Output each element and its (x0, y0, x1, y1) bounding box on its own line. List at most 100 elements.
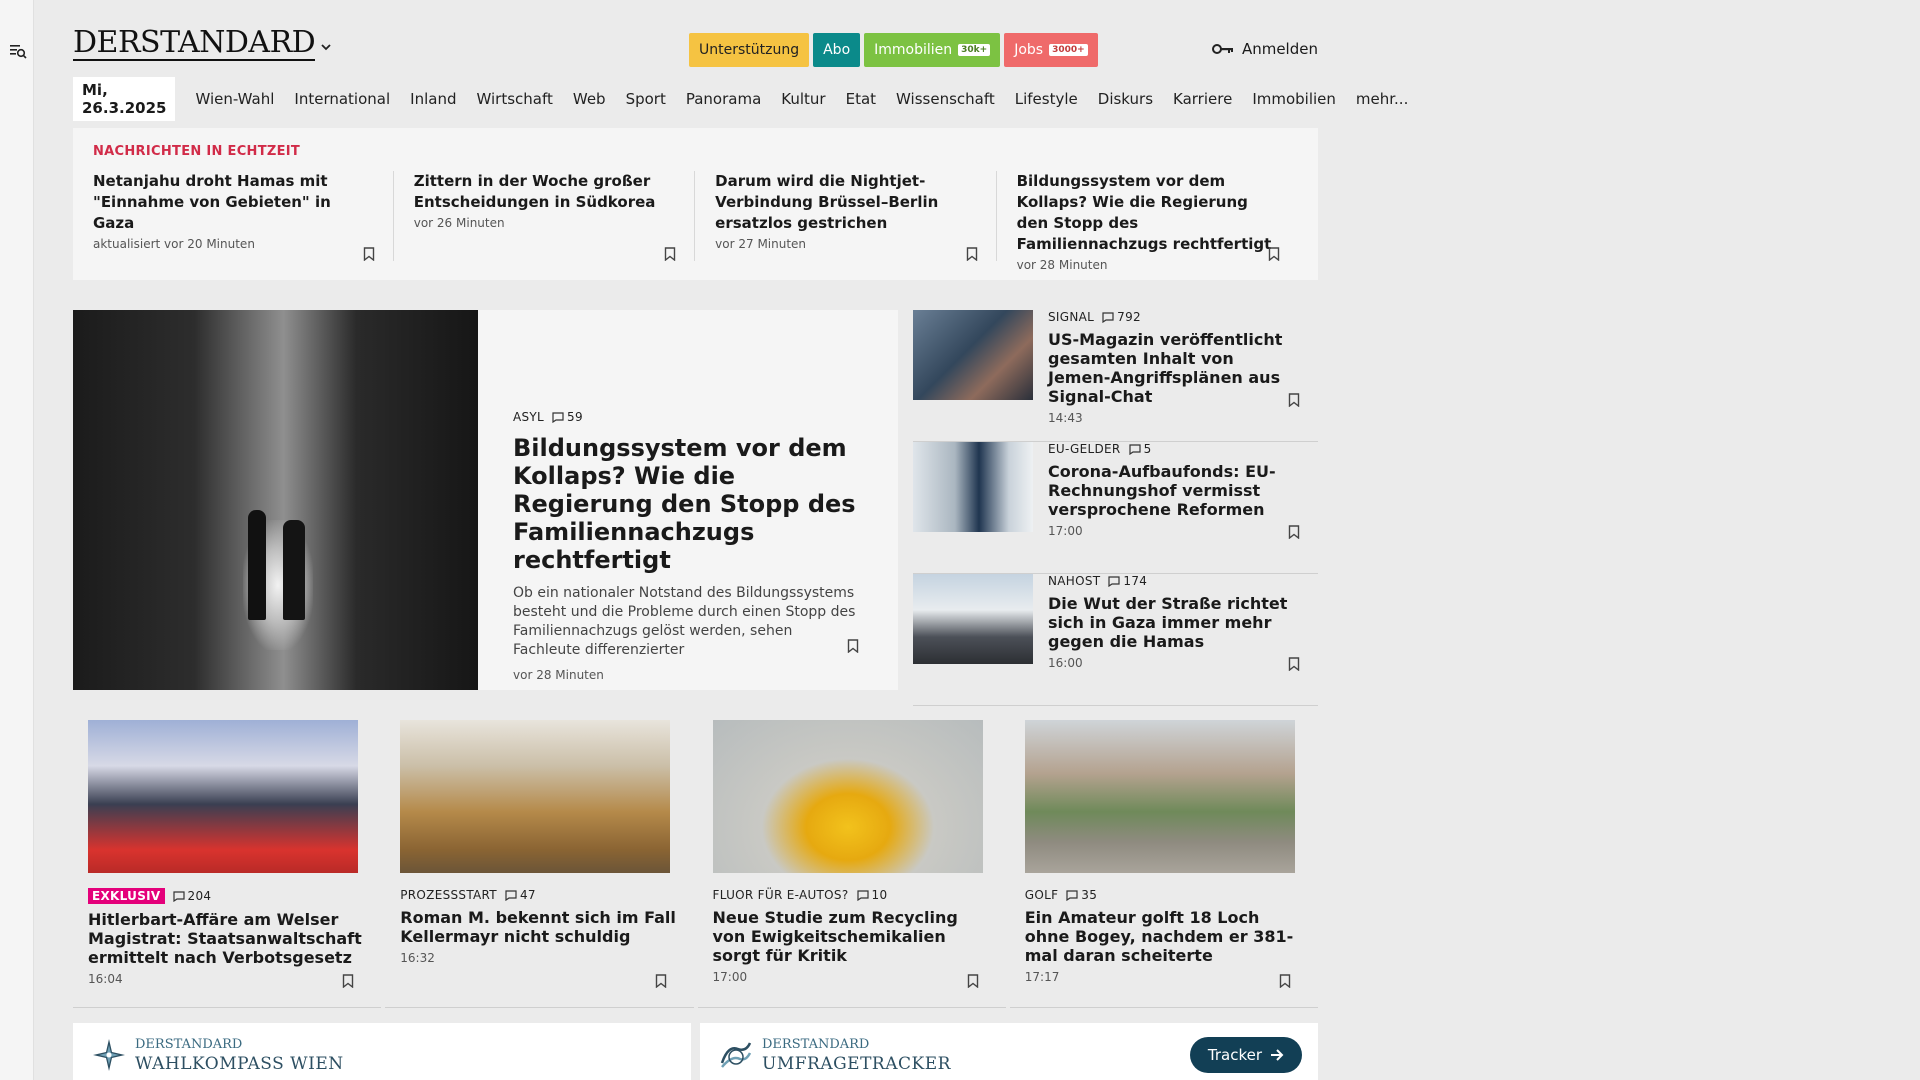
nav-item-diskurs[interactable]: Diskurs (1088, 90, 1163, 108)
ticker-item-title[interactable]: Darum wird die Nightjet-Verbindung Brüss… (715, 171, 977, 234)
jobs-badge: 3000+ (1049, 44, 1088, 56)
nav-item-etat[interactable]: Etat (836, 90, 886, 108)
lead-article-image[interactable] (73, 310, 478, 690)
ticker-item-title[interactable]: Bildungssystem vor dem Kollaps? Wie die … (1017, 171, 1280, 255)
nav-item-wirtschaft[interactable]: Wirtschaft (466, 90, 562, 108)
comment-count-value: 47 (519, 888, 536, 902)
nav-item-international[interactable]: International (284, 90, 400, 108)
main-nav: Mi, 26.3.2025 Wien-Wahl International In… (73, 77, 1418, 121)
widget-brand: DERSTANDARD (135, 1037, 243, 1052)
article-title[interactable]: Corona-Aufbaufonds: EU-Rechnungshof verm… (1048, 462, 1298, 519)
kicker-label: SIGNAL (1048, 310, 1095, 324)
article-title[interactable]: US-Magazin veröffentlicht gesamten Inhal… (1048, 330, 1298, 406)
article-kicker: NAHOST 174 (1048, 574, 1298, 588)
article-title[interactable]: Ein Amateur golft 18 Loch ohne Bogey, na… (1025, 908, 1303, 965)
widget-title: UMFRAGETRACKER (762, 1054, 951, 1074)
grid-article[interactable]: EXKLUSIV 204 Hitlerbart-Affäre am Welser… (73, 720, 382, 1008)
side-article[interactable]: EU-GELDER 5 Corona-Aufbaufonds: EU-Rechn… (913, 442, 1318, 574)
arrow-right-icon (1271, 1049, 1284, 1061)
article-kicker: SIGNAL 792 (1048, 310, 1298, 324)
nav-item-immobilien[interactable]: Immobilien (1242, 90, 1346, 108)
bookmark-icon[interactable] (664, 247, 676, 261)
nav-item-inland[interactable]: Inland (400, 90, 466, 108)
article-kicker: EXKLUSIV 204 (88, 888, 366, 904)
kicker-label: GOLF (1024, 888, 1059, 902)
lead-kicker: ASYL 59 (513, 410, 863, 424)
article-title[interactable]: Neue Studie zum Recycling von Ewigkeitsc… (713, 908, 991, 965)
comment-count-value: 35 (1081, 888, 1098, 902)
comment-count[interactable]: 35 (1066, 888, 1097, 902)
comment-count[interactable]: 204 (172, 889, 212, 903)
article-thumbnail[interactable] (1024, 720, 1295, 873)
support-button[interactable]: Unterstützung (689, 33, 810, 67)
article-title[interactable]: Hitlerbart-Affäre am Welser Magistrat: S… (88, 910, 366, 967)
ticker-item-title[interactable]: Zittern in der Woche großer Entscheidung… (414, 171, 676, 213)
comment-count[interactable]: 174 (1108, 574, 1147, 588)
chevron-down-icon[interactable] (319, 40, 333, 54)
side-article[interactable]: NAHOST 174 Die Wut der Straße richtet si… (913, 574, 1318, 706)
nav-item-lifestyle[interactable]: Lifestyle (1005, 90, 1088, 108)
comment-count[interactable]: 59 (552, 410, 583, 424)
menu-search-icon[interactable] (9, 42, 27, 60)
nav-item-web[interactable]: Web (563, 90, 616, 108)
login-button[interactable]: Anmelden (1211, 40, 1318, 58)
jobs-button[interactable]: Jobs 3000+ (1004, 33, 1098, 67)
lead-article[interactable]: ASYL 59 Bildungssystem vor dem Kollaps? … (73, 310, 898, 690)
umfragetracker-widget[interactable]: DERSTANDARD UMFRAGETRACKER Tracker (700, 1023, 1318, 1080)
comment-icon (1066, 889, 1078, 901)
bookmark-icon[interactable] (967, 974, 979, 988)
bookmark-icon[interactable] (655, 974, 667, 988)
side-article[interactable]: SIGNAL 792 US-Magazin veröffentlicht ges… (913, 310, 1318, 442)
ticker-item-title[interactable]: Netanjahu droht Hamas mit "Einnahme von … (93, 171, 375, 234)
nav-item-kultur[interactable]: Kultur (771, 90, 835, 108)
article-title[interactable]: Roman M. bekennt sich im Fall Kellermayr… (400, 908, 678, 946)
kicker-label: PROZESSSTART (400, 888, 497, 902)
ticker-item[interactable]: Netanjahu droht Hamas mit "Einnahme von … (93, 171, 394, 261)
grid-article[interactable]: FLUOR FÜR E-AUTOS? 10 Neue Studie zum Re… (697, 720, 1006, 1008)
abo-label: Abo (823, 42, 851, 58)
bookmark-icon[interactable] (1288, 393, 1300, 407)
ticker-item[interactable]: Darum wird die Nightjet-Verbindung Brüss… (695, 171, 997, 261)
site-logo[interactable]: DERSTANDARD (73, 28, 316, 61)
article-thumbnail[interactable] (913, 574, 1033, 664)
comment-count[interactable]: 792 (1102, 310, 1141, 324)
article-thumbnail[interactable] (400, 720, 671, 873)
nav-item-karriere[interactable]: Karriere (1163, 90, 1242, 108)
bookmark-icon[interactable] (1268, 247, 1280, 261)
bookmark-icon[interactable] (847, 639, 859, 653)
comment-count-value: 204 (187, 889, 212, 903)
nav-item-mehr[interactable]: mehr... (1346, 90, 1418, 108)
article-thumbnail[interactable] (913, 442, 1033, 532)
tracker-button[interactable]: Tracker (1189, 1037, 1302, 1073)
kicker-label: FLUOR FÜR E-AUTOS? (712, 888, 849, 902)
nav-item-wissenschaft[interactable]: Wissenschaft (886, 90, 1005, 108)
nav-item-panorama[interactable]: Panorama (676, 90, 771, 108)
grid-article[interactable]: GOLF 35 Ein Amateur golft 18 Loch ohne B… (1009, 720, 1318, 1008)
grid-article[interactable]: PROZESSSTART 47 Roman M. bekennt sich im… (385, 720, 694, 1008)
abo-button[interactable]: Abo (813, 33, 861, 67)
article-time: 16:00 (1048, 656, 1083, 670)
article-thumbnail[interactable] (913, 310, 1033, 400)
comment-count[interactable]: 10 (856, 888, 888, 902)
bookmark-icon[interactable] (1288, 525, 1300, 539)
bookmark-icon[interactable] (966, 247, 978, 261)
ticker-item-time: vor 26 Minuten (413, 216, 505, 230)
lead-title[interactable]: Bildungssystem vor dem Kollaps? Wie die … (513, 434, 863, 574)
comment-count[interactable]: 5 (1128, 442, 1152, 456)
comment-count[interactable]: 47 (505, 888, 536, 902)
article-thumbnail[interactable] (712, 720, 983, 873)
bookmark-icon[interactable] (363, 247, 375, 261)
immobilien-button[interactable]: Immobilien 30k+ (864, 33, 1001, 67)
wahlkompass-widget[interactable]: DERSTANDARD WAHLKOMPASS WIEN (73, 1023, 691, 1080)
nav-item-wien-wahl[interactable]: Wien-Wahl (185, 90, 284, 108)
ticker-item[interactable]: Zittern in der Woche großer Entscheidung… (394, 171, 696, 261)
bookmark-icon[interactable] (1288, 657, 1300, 671)
nav-item-sport[interactable]: Sport (616, 90, 676, 108)
article-title[interactable]: Die Wut der Straße richtet sich in Gaza … (1048, 594, 1298, 651)
jobs-label: Jobs (1014, 42, 1044, 58)
tracker-logo-icon (720, 1042, 752, 1068)
article-thumbnail[interactable] (88, 720, 358, 873)
bookmark-icon[interactable] (1279, 974, 1291, 988)
ticker-item[interactable]: Bildungssystem vor dem Kollaps? Wie die … (997, 171, 1298, 272)
bookmark-icon[interactable] (342, 974, 354, 988)
